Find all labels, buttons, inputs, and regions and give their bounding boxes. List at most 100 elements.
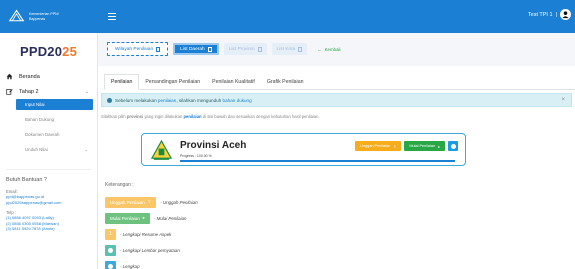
chevron-down-icon: ⌄ [84,88,89,95]
sidebar-item-beranda[interactable]: Beranda [0,69,97,84]
back-button[interactable]: ← Kembali [312,43,345,55]
help-phone-link[interactable]: (3) 0811 5929 7878 (Annie) [6,226,91,232]
wilayah-penilaian-button[interactable]: Wilayah Penilaian [107,42,169,56]
back-label: Kembali [324,46,341,52]
check-icon [450,143,456,149]
document-icon [156,46,161,52]
tab-penilaian[interactable]: Penilaian [104,74,140,90]
arrow-left-icon: ← [317,46,322,52]
edit-icon [6,89,13,95]
alert-text-mid: , silahkan mengunduh [176,97,222,103]
list-provinsi-label: List Provinsi [228,46,255,52]
list-provinsi-button[interactable]: List Provinsi [223,43,267,55]
legend-desc: - Lengkap [120,263,140,269]
legend-button-label: Unggah Penilaian [110,199,145,205]
document-icon [298,46,303,52]
brand-text: Kementerian PPN/ Bappenas [29,12,63,21]
province-name: Provinsi Aceh [180,140,247,151]
caret-icon: | [555,11,557,18]
user-menu[interactable]: Test TPI 1 | [528,9,571,20]
legend-check-badge [105,244,116,256]
sidebar-item-label: Tahap 2 [19,88,39,95]
legend-row: Mulai Penilaian ▸ - Mulai Penilaian [105,212,198,224]
sidebar-subitem-label: Bahan Dukung [25,117,55,122]
document-icon [207,46,212,52]
alert-text-pre: Sebelum melakukan [115,97,157,103]
wilayah-penilaian-label: Wilayah Penilaian [115,46,154,52]
legend-desc: - Unggah Penilaian [160,199,198,205]
document-icon [257,46,262,52]
upload-assessment-button[interactable]: Unggah Penilaian ⇪ [355,141,402,151]
sidebar-subitem-label: Dokumen Daerah [25,132,60,137]
legend-desc: - Lengkapi Resume Aspek [120,231,172,237]
legend-desc: - Lengkapi Lembar pernyataan [120,247,180,253]
sidebar-subitem-input-nilai[interactable]: Input Nilai [16,99,93,110]
instruction-pre: Silahkan pilih [101,114,126,119]
upload-icon: ⇪ [393,144,397,149]
content-card: Penilaian Persandingan Penilaian Penilai… [98,66,575,269]
top-navbar: Kementerian PPN/ Bappenas Test TPI 1 | [0,0,575,33]
instruction-highlight: penilaian [183,114,202,119]
upload-assessment-label: Unggah Penilaian [360,144,391,148]
help-title: Butuh Bantuan ? [6,177,47,183]
list-daerah-label: List Daerah [180,46,205,52]
check-icon [108,263,113,269]
list-daerah-button[interactable]: List Daerah [173,43,219,55]
brand-line-2: Bappenas [29,16,46,21]
legend-start-button: Mulai Penilaian ▸ [105,212,150,224]
close-icon[interactable]: × [561,97,565,103]
tab-bar: Penilaian Persandingan Penilaian Penilai… [104,74,575,90]
play-icon: ▸ [438,144,440,149]
legend-row: Unggah Penilaian ⇪ - Unggah Penilaian [105,196,198,208]
sidebar-subitem-label: Unduh Nilai [25,147,48,152]
sidebar: PPD2025 Beranda Tahap 2 ⌄ Input Nilai Ba… [0,33,98,269]
legend: Keterangan : Unggah Penilaian ⇪ - Unggah… [105,182,198,269]
help-email-link[interactable]: ppd2025bappenas@gmail.com [6,200,91,206]
info-icon [107,97,112,103]
app-title-main: PPD20 [19,44,63,59]
tab-grafik-penilaian[interactable]: Grafik Penilaian [261,74,310,89]
sidebar-item-tahap-2[interactable]: Tahap 2 ⌄ [0,84,97,99]
user-avatar-icon [560,9,571,20]
brand[interactable]: Kementerian PPN/ Bappenas [0,0,98,33]
chevron-down-icon: ⌄ [84,147,88,152]
sidebar-subitem-bahan-dukung[interactable]: Bahan Dukung [0,114,97,125]
alert-link-penilaian: penilaian [157,97,177,103]
check-icon [108,247,113,253]
legend-title: Keterangan : [105,182,134,188]
aceh-emblem-icon [150,139,173,160]
home-icon [6,73,13,80]
menu-toggle-icon[interactable] [108,13,116,20]
info-alert: Sebelum melakukan penilaian , silahkan m… [101,93,572,107]
sidebar-item-label: Beranda [19,73,40,80]
complete-status-button[interactable] [448,141,458,151]
legend-number-badge: 1 [105,228,116,240]
start-assessment-button[interactable]: Mulai Penilaian ▸ [404,141,445,151]
province-progress-bar [180,160,455,162]
start-assessment-label: Mulai Penilaian [409,144,436,148]
upload-icon: ⇪ [147,199,152,204]
legend-complete-badge [105,260,116,269]
province-progress-label: Progress : 100.00 % [180,154,212,158]
instruction-mid: yang ingin dilakukan [144,114,183,119]
legend-button-label: Mulai Penilaian [110,215,140,221]
tab-penilaian-kualitatif[interactable]: Penilaian Kualitatif [206,74,261,89]
app-title: PPD2025 [0,44,97,59]
sidebar-subitem-label: Input Nilai [25,102,45,107]
alert-link-bahan-dukung: bahan dukung [222,97,252,103]
list-kota-label: List Kota [276,46,296,52]
list-kota-button[interactable]: List Kota [271,43,308,55]
user-name: Test TPI 1 [527,11,553,18]
brand-line-1: Kementerian PPN/ [29,12,59,16]
instruction-text: Silahkan pilih provinsi yang ingin dilak… [101,114,320,119]
sidebar-subitem-unduh-nilai[interactable]: Unduh Nilai ⌄ [0,144,97,155]
instruction-post: di sisi bawah dan sesuaikan dengan kebut… [202,114,320,119]
province-actions: Unggah Penilaian ⇪ Mulai Penilaian ▸ [355,141,458,151]
bappenas-logo-icon [8,9,25,22]
tab-persandingan-penilaian[interactable]: Persandingan Penilaian [139,74,206,89]
sidebar-nav: Beranda Tahap 2 ⌄ Input Nilai Bahan Duku… [0,69,97,155]
province-card: Provinsi Aceh Progress : 100.00 % Unggah… [141,133,466,166]
legend-upload-button: Unggah Penilaian ⇪ [105,196,157,208]
sidebar-subitem-dokumen-daerah[interactable]: Dokumen Daerah [0,129,97,140]
instruction-bold: provinsi [126,114,144,119]
